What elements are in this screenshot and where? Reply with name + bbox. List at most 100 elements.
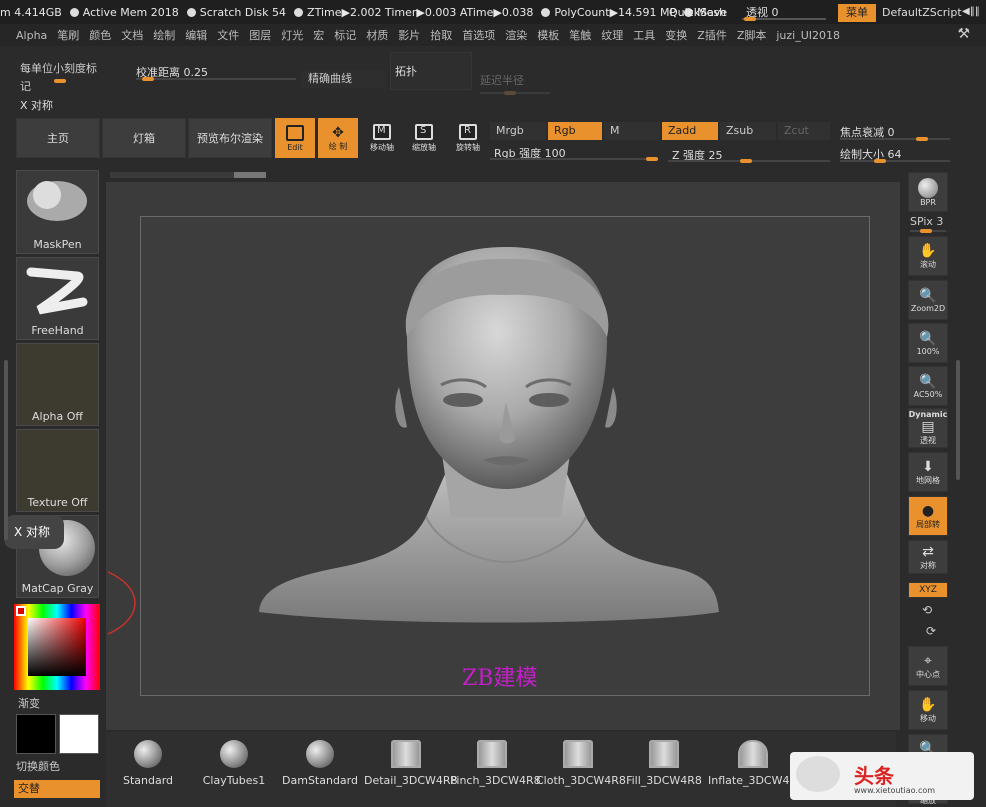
slider-knob[interactable] — [504, 91, 516, 95]
menu-alpha[interactable]: Alpha — [16, 29, 47, 42]
draw-button[interactable]: ✥ 绘 制 — [318, 118, 358, 158]
default-zscript-button[interactable]: DefaultZScript — [882, 6, 962, 19]
zcut-toggle[interactable]: Zcut — [778, 122, 830, 140]
slider-knob[interactable] — [142, 77, 154, 81]
rotate-button[interactable]: R 旋转轴 — [448, 118, 488, 158]
selected-color-marker[interactable] — [16, 606, 26, 616]
slider-knob[interactable] — [744, 17, 756, 21]
stroke-slot[interactable]: FreeHand — [16, 257, 99, 340]
menu-file[interactable]: 文件 — [217, 27, 239, 43]
edit-button[interactable]: Edit — [275, 118, 315, 158]
slider-knob[interactable] — [920, 229, 932, 233]
scroll-thumb[interactable] — [234, 172, 266, 178]
draw-size-slider[interactable] — [840, 148, 950, 163]
rotate-y-icon[interactable]: ⟲ — [922, 603, 932, 617]
move-button[interactable]: M 移动轴 — [362, 118, 402, 158]
preview-boolean-button[interactable]: 预览布尔渲染 — [188, 118, 272, 158]
perspective-slider[interactable]: 透视 0 — [742, 4, 826, 21]
move-view-button[interactable]: ✋ 移动 — [908, 690, 948, 730]
menu-document[interactable]: 文档 — [121, 27, 143, 43]
brush-cloth[interactable]: Cloth_3DCW4R8 — [536, 736, 626, 806]
menu-layer[interactable]: 图层 — [249, 27, 271, 43]
z-intensity-slider[interactable] — [668, 148, 830, 163]
slider-knob[interactable] — [740, 159, 752, 163]
spix-slider[interactable] — [910, 218, 946, 233]
document-canvas[interactable] — [140, 216, 870, 696]
home-button[interactable]: 主页 — [16, 118, 100, 158]
menu-preferences[interactable]: 首选项 — [462, 27, 495, 43]
slider-knob[interactable] — [874, 159, 886, 163]
menu-transform[interactable]: 变换 — [665, 27, 687, 43]
brush-inflate[interactable]: Inflate_3DCW4R8 — [708, 736, 798, 806]
menu-zscript[interactable]: Z脚本 — [737, 27, 767, 43]
bpr-button[interactable]: BPR — [908, 172, 948, 212]
color-field[interactable] — [28, 618, 86, 676]
menu-stroke[interactable]: 笔触 — [569, 27, 591, 43]
scale-button[interactable]: S 缩放轴 — [404, 118, 444, 158]
menu-draw[interactable]: 绘制 — [153, 27, 175, 43]
menu-picker[interactable]: 拾取 — [430, 27, 452, 43]
menu-zplugin[interactable]: Z插件 — [697, 27, 727, 43]
menu-render[interactable]: 渲染 — [505, 27, 527, 43]
scroll-button[interactable]: ✋ 滚动 — [908, 236, 948, 276]
zadd-toggle[interactable]: Zadd — [662, 122, 718, 140]
horizontal-scrollbar[interactable] — [110, 172, 266, 178]
rgb-intensity-slider[interactable] — [490, 146, 658, 161]
mrgb-toggle[interactable]: Mrgb — [490, 122, 546, 140]
calib-slider[interactable] — [136, 66, 296, 81]
quicksave-button[interactable]: QuickSave — [669, 6, 727, 19]
dynamic-persp-button[interactable]: Dynamic ▤ 透视 — [908, 408, 948, 448]
menu-macro[interactable]: 宏 — [313, 27, 324, 43]
pin-icon[interactable]: ⚒ — [957, 26, 970, 42]
slider-knob[interactable] — [646, 157, 658, 161]
slider-knob[interactable] — [54, 79, 66, 83]
bust-model[interactable] — [141, 217, 871, 697]
brush-pinch[interactable]: Pinch_3DCW4R8 — [450, 736, 541, 806]
rgb-toggle[interactable]: Rgb — [548, 122, 602, 140]
menu-color[interactable]: 颜色 — [89, 27, 111, 43]
menu-edit[interactable]: 编辑 — [185, 27, 207, 43]
alternate-toggle[interactable]: 交替 — [14, 780, 100, 798]
slider-knob[interactable] — [916, 137, 928, 141]
right-tray-handle[interactable] — [956, 360, 960, 480]
delay-radius-slider[interactable] — [480, 80, 550, 95]
alpha-slot[interactable]: Alpha Off — [16, 343, 99, 426]
menu-movie[interactable]: 影片 — [398, 27, 420, 43]
brush-detail[interactable]: Detail_3DCW4R8 — [364, 736, 458, 806]
floor-grid-button[interactable]: ⬇ 地网格 — [908, 452, 948, 492]
menu-light[interactable]: 灯光 — [281, 27, 303, 43]
topology-button[interactable]: 拓扑 — [390, 52, 472, 90]
symmetry-button[interactable]: ⇄ 对称 — [908, 540, 948, 574]
brush-slot[interactable]: MaskPen — [16, 170, 99, 254]
main-color-swatch[interactable] — [59, 714, 99, 754]
brush-damstandard[interactable]: DamStandard — [278, 736, 362, 806]
local-transform-button[interactable]: ● 局部转 — [908, 496, 948, 536]
zoom2d-button[interactable]: 🔍 Zoom2D — [908, 280, 948, 320]
precise-curve-toggle[interactable]: 精确曲线 — [302, 70, 386, 88]
color-picker[interactable] — [14, 604, 100, 690]
brush-claytubes[interactable]: ClayTubes1 — [192, 736, 276, 806]
m-toggle[interactable]: M — [604, 122, 660, 140]
brush-standard[interactable]: Standard — [106, 736, 190, 806]
menu-marker[interactable]: 标记 — [334, 27, 356, 43]
secondary-color-swatch[interactable] — [16, 714, 56, 754]
collapse-icon[interactable]: ◀‖‖ — [962, 6, 980, 17]
switch-color-button[interactable]: 切换颜色 — [14, 758, 100, 776]
menu-stencil[interactable]: 模板 — [537, 27, 559, 43]
center-point-button[interactable]: ⌖ 中心点 — [908, 646, 948, 686]
lightbox-button[interactable]: 灯箱 — [102, 118, 186, 158]
left-tray-handle[interactable] — [4, 360, 8, 540]
menu-brush[interactable]: 笔刷 — [57, 27, 79, 43]
zsub-toggle[interactable]: Zsub — [720, 122, 776, 140]
xyz-rotate-toggle[interactable]: XYZ — [908, 582, 948, 598]
menu-texture[interactable]: 纹理 — [601, 27, 623, 43]
half-size-button[interactable]: 🔍 AC50% — [908, 366, 948, 406]
focal-shift-slider[interactable] — [840, 126, 950, 141]
brush-fill[interactable]: Fill_3DCW4R8 — [622, 736, 706, 806]
menu-juzi-ui[interactable]: juzi_UI2018 — [776, 29, 840, 42]
menu-material[interactable]: 材质 — [366, 27, 388, 43]
actual-size-button[interactable]: 🔍 100% — [908, 323, 948, 363]
menu-tool[interactable]: 工具 — [633, 27, 655, 43]
menu-button[interactable]: 菜单 — [838, 4, 876, 22]
rotate-z-icon[interactable]: ⟳ — [926, 624, 936, 638]
